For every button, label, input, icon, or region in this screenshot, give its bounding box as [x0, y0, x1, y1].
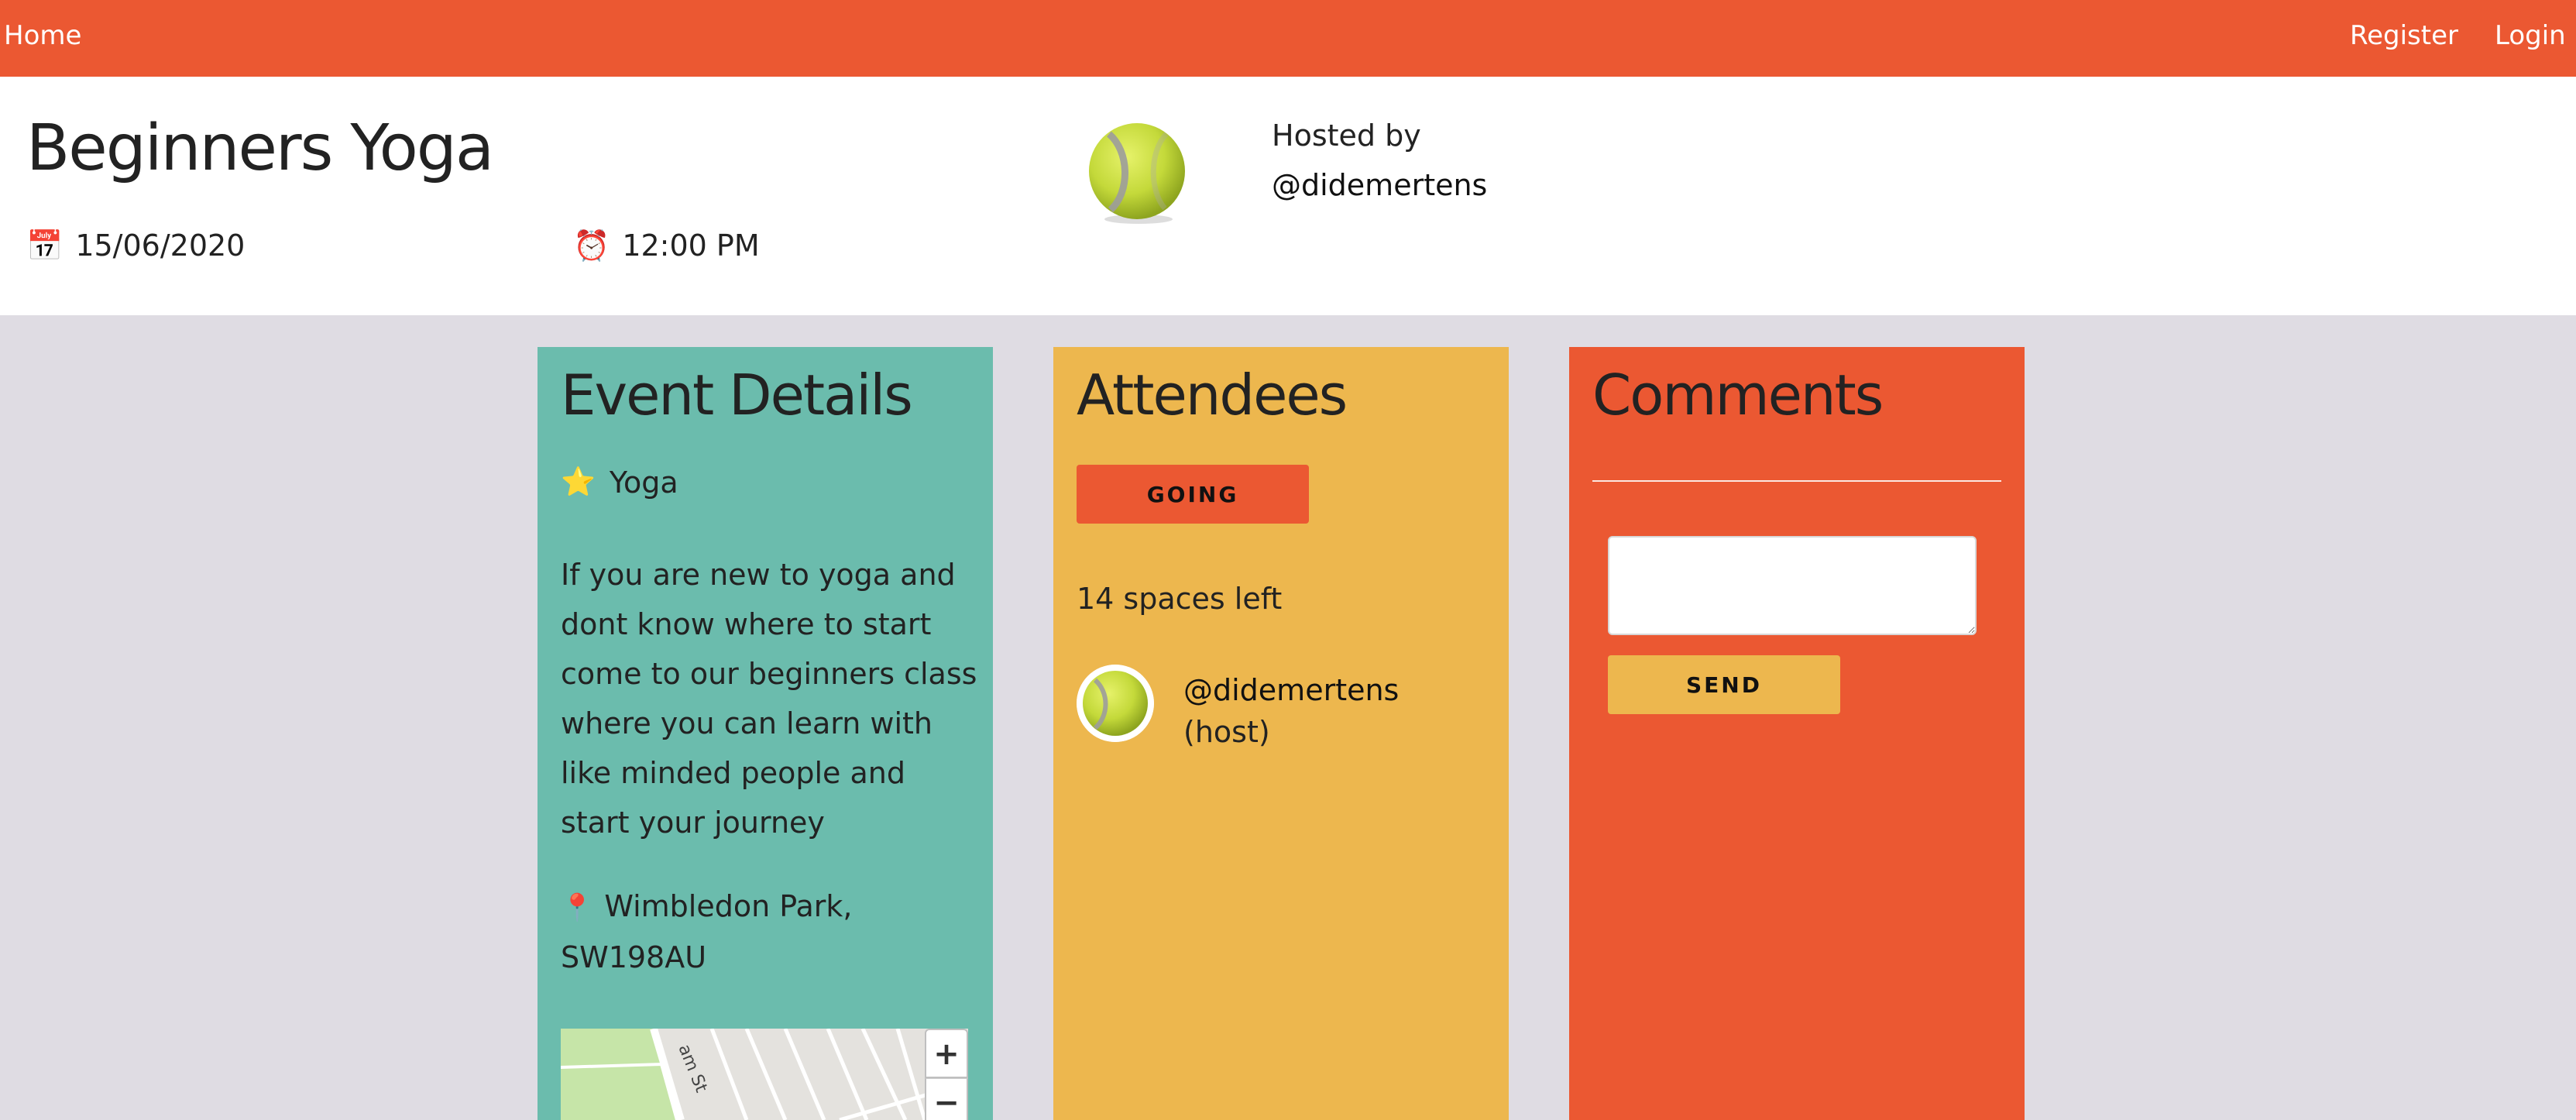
- top-navbar: Home Register Login: [0, 0, 2576, 77]
- event-header: Beginners Yoga 📅 15/06/2020 ⏰ 12:00 PM H…: [0, 77, 2576, 315]
- comments-divider: [1592, 480, 2001, 482]
- attendee-avatar[interactable]: [1077, 665, 1154, 742]
- attendees-title: Attendees: [1077, 362, 1348, 428]
- map-tiles: am St: [561, 1029, 968, 1120]
- spaces-left-text: 14 spaces left: [1077, 582, 1283, 616]
- event-date-text: 15/06/2020: [75, 228, 246, 263]
- event-details-title: Event Details: [561, 362, 913, 428]
- event-description: If you are new to yoga and dont know whe…: [561, 558, 977, 840]
- nav-login-link[interactable]: Login: [2495, 17, 2566, 54]
- event-time-text: 12:00 PM: [622, 228, 760, 263]
- calendar-icon: 📅: [26, 228, 64, 263]
- map-zoom-in-button[interactable]: +: [925, 1029, 968, 1078]
- attendee-username[interactable]: @didemertens: [1183, 673, 1399, 707]
- nav-home-link[interactable]: Home: [4, 17, 81, 54]
- page-title: Beginners Yoga: [26, 112, 494, 185]
- host-username-link[interactable]: @didemertens: [1272, 165, 1487, 205]
- list-item: @didemertens (host): [1077, 665, 1495, 749]
- event-date: 📅 15/06/2020: [26, 225, 245, 266]
- nav-register-link[interactable]: Register: [2350, 17, 2458, 54]
- event-location-text: Wimbledon Park, SW198AU: [561, 889, 853, 974]
- attendee-name[interactable]: @didemertens (host): [1183, 669, 1495, 753]
- event-time: ⏰ 12:00 PM: [573, 225, 760, 266]
- event-location: 📍 Wimbledon Park, SW198AU: [561, 881, 979, 982]
- going-button[interactable]: GOING: [1077, 465, 1309, 524]
- comment-input[interactable]: [1608, 536, 1977, 635]
- pin-icon: 📍: [561, 892, 594, 923]
- host-avatar[interactable]: [1084, 120, 1190, 225]
- send-button[interactable]: SEND: [1608, 655, 1840, 714]
- event-details-card: Event Details ⭐ Yoga If you are new to y…: [538, 347, 993, 1120]
- attendees-card: Attendees GOING 14 spaces left @didemert…: [1053, 347, 1509, 1120]
- map-zoom-out-button[interactable]: −: [925, 1078, 968, 1120]
- attendee-role: (host): [1183, 715, 1270, 749]
- hosted-by-label: Hosted by: [1272, 119, 1421, 153]
- comments-title: Comments: [1592, 362, 1884, 428]
- event-category: ⭐ Yoga: [561, 462, 678, 503]
- alarm-clock-icon: ⏰: [573, 228, 610, 263]
- comments-card: Comments SEND: [1569, 347, 2025, 1120]
- star-icon: ⭐: [561, 466, 596, 498]
- location-map[interactable]: am St + −: [561, 1029, 968, 1120]
- event-category-text: Yoga: [609, 466, 678, 500]
